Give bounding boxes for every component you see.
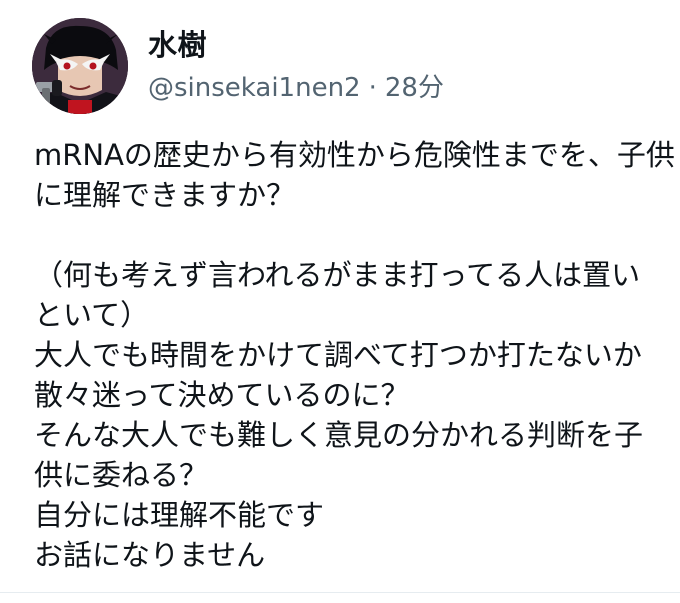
tweet-meta: @sinsekai1nen2 · 28分 xyxy=(148,69,444,107)
user-handle[interactable]: @sinsekai1nen2 xyxy=(148,73,361,103)
tweet-text-line: お話になりません xyxy=(34,538,266,572)
timestamp[interactable]: 28分 xyxy=(385,73,444,103)
avatar-masked-character-icon xyxy=(32,18,128,114)
tweet-text-line: 大人でも時間をかけて調べて打つか打たないか xyxy=(34,338,642,372)
tweet-text-line: といて） xyxy=(34,298,150,332)
tweet-header: 水樹 @sinsekai1nen2 · 28分 xyxy=(32,16,444,116)
tweet-text-line: （何も考えず言われるがまま打ってる人は置い xyxy=(34,258,641,292)
tweet-card: 水樹 @sinsekai1nen2 · 28分 mRNAの歴史から有効性から危険性ま… xyxy=(0,0,680,603)
tweet-text-line: に理解できますか？ xyxy=(34,178,296,212)
tweet-text-line: 供に委ねる？ xyxy=(34,458,209,492)
tweet-text-line: 散々迷って決めているのに？ xyxy=(34,378,410,412)
tweet-text-line: 自分には理解不能です xyxy=(34,498,325,532)
divider xyxy=(0,592,680,593)
display-name[interactable]: 水樹 xyxy=(148,25,444,65)
tweet-text-line xyxy=(34,215,680,255)
author-block: 水樹 @sinsekai1nen2 · 28分 xyxy=(148,25,444,107)
avatar[interactable] xyxy=(32,18,128,114)
tweet-text: mRNAの歴史から有効性から危険性までを、子供 に理解できますか？ （何も考えず… xyxy=(34,135,680,575)
tweet-text-line: mRNAの歴史から有効性から危険性までを、子供 xyxy=(34,138,675,172)
tweet-text-line: そんな大人でも難しく意見の分かれる判断を子 xyxy=(34,418,644,452)
meta-separator: · xyxy=(368,73,377,103)
